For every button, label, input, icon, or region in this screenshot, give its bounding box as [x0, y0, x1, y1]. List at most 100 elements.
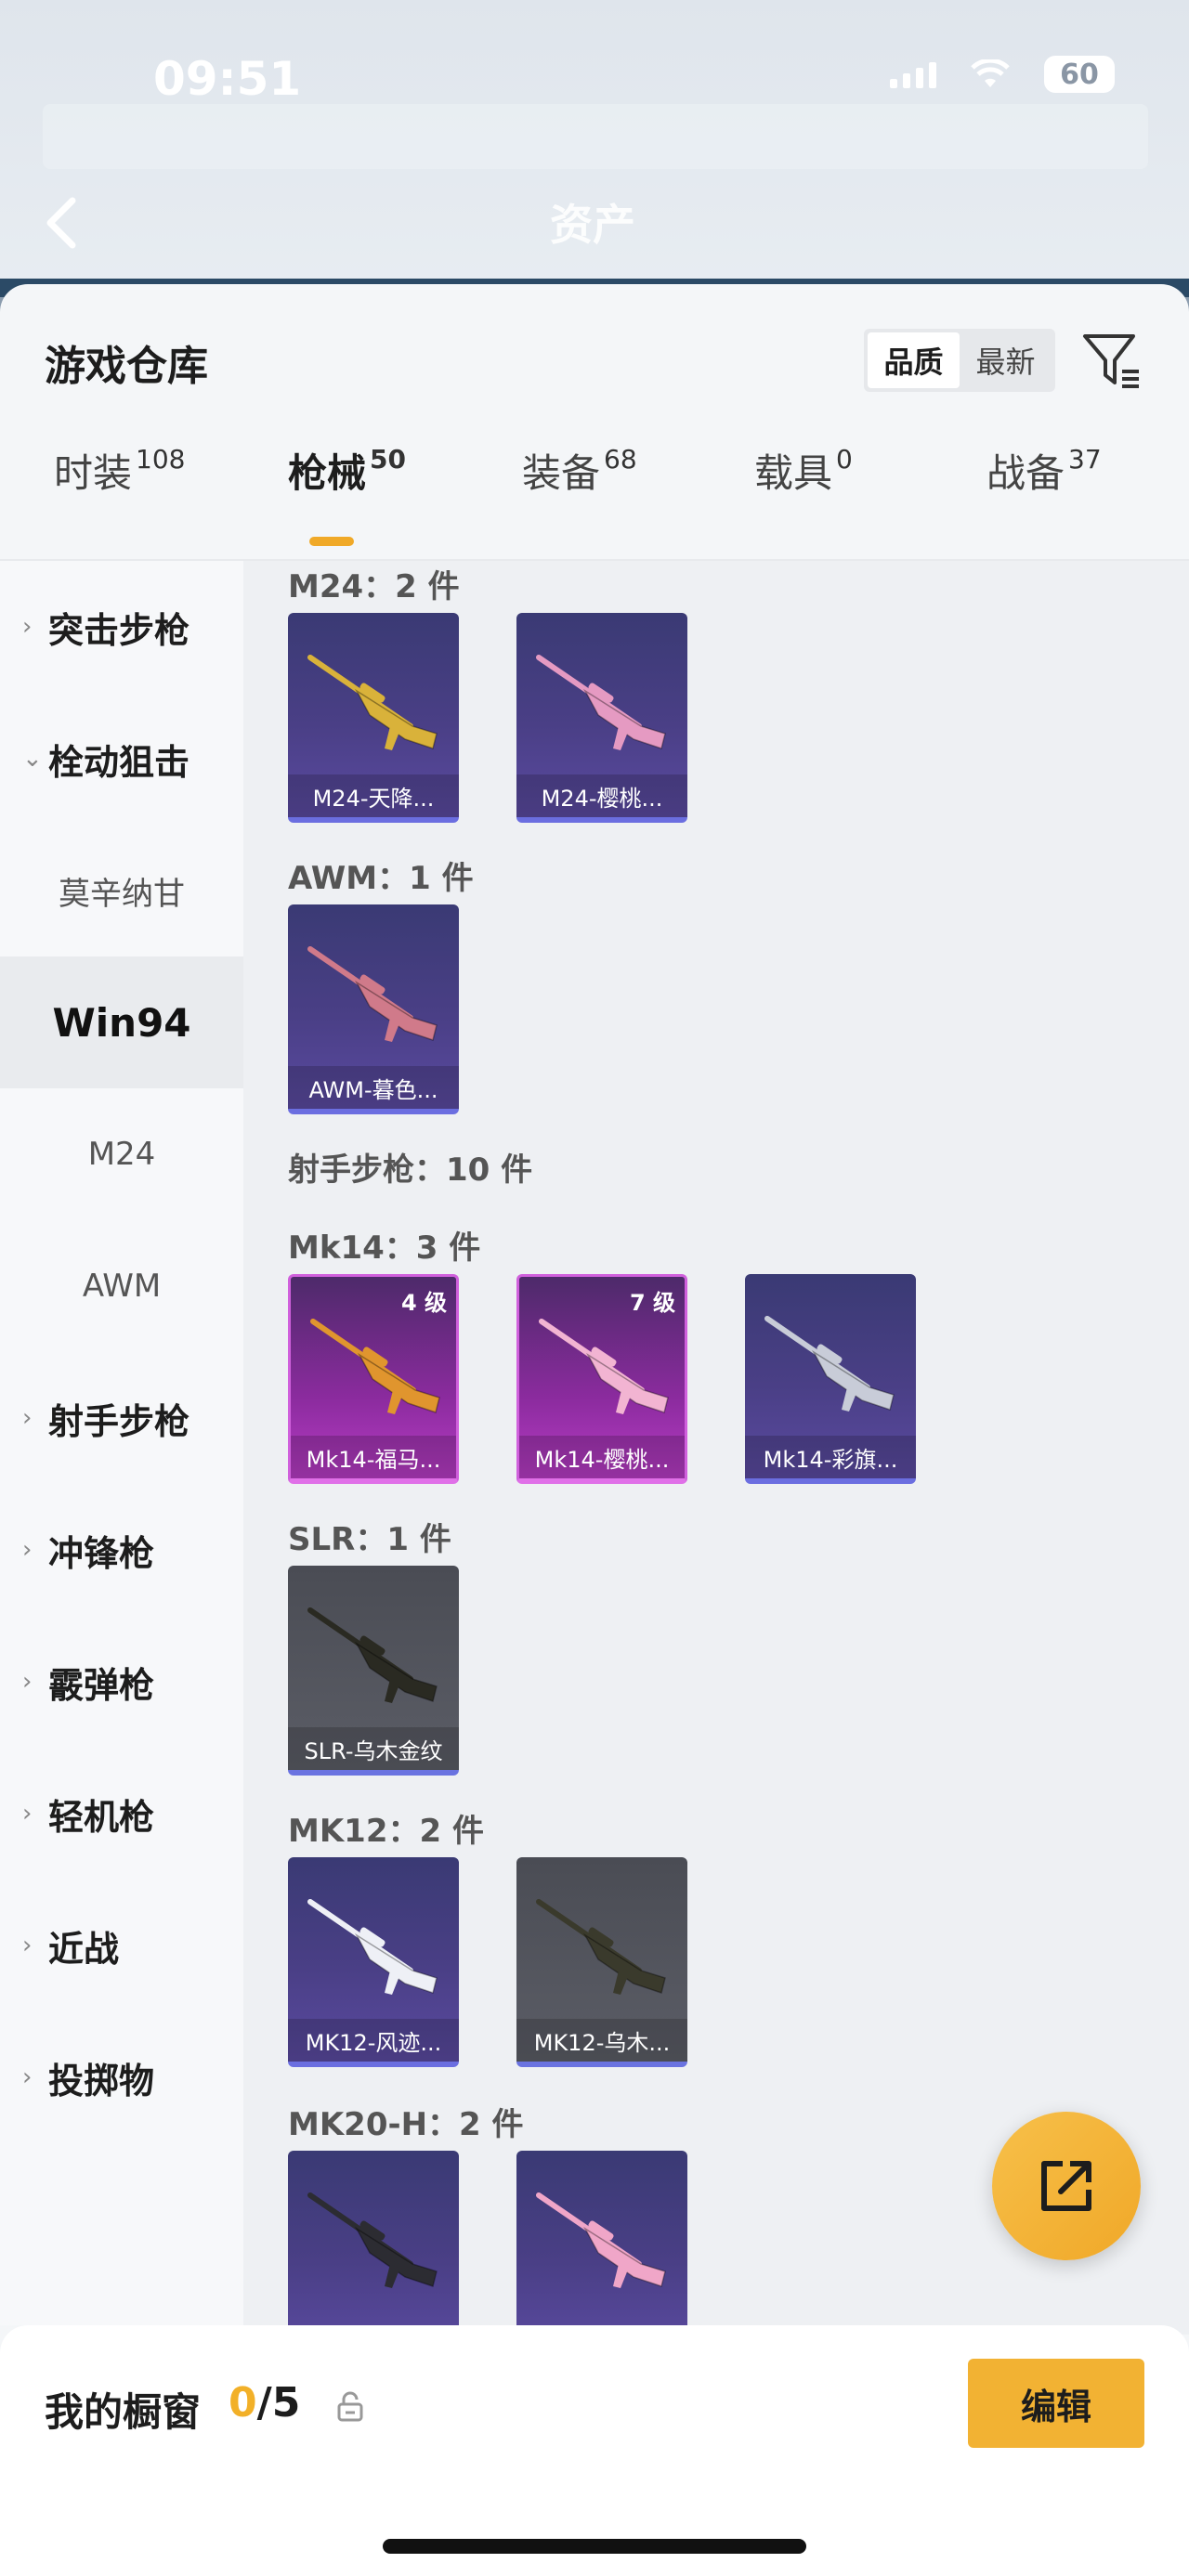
weapon-card[interactable]: SLR-乌木金纹: [288, 1566, 459, 1776]
share-icon: [1041, 2161, 1091, 2211]
weapon-level-badge: 4 级: [400, 1290, 447, 1316]
tab-equipment[interactable]: 装备 68: [522, 442, 637, 499]
weapon-image: [764, 1316, 895, 1412]
sort-newest-button[interactable]: 最新: [960, 332, 1052, 388]
group-header-awm: AWM：1 件: [288, 860, 474, 897]
sidebar-item-melee[interactable]: › 近战: [0, 1880, 243, 2011]
chevron-right-icon: ›: [22, 2063, 33, 2091]
weapon-image: [536, 655, 666, 750]
weapon-name: M24-樱桃...: [516, 774, 687, 817]
sidebar-item-throwables[interactable]: › 投掷物: [0, 2011, 243, 2143]
sidebar-item-label: 栓动狙击: [48, 741, 190, 783]
tab-label: 战备: [986, 450, 1065, 496]
sidebar-item-lmg[interactable]: › 轻机枪: [0, 1748, 243, 1880]
chevron-right-icon: ›: [22, 1800, 33, 1828]
tab-firearms[interactable]: 枪械 50: [288, 442, 406, 499]
sidebar-item-label: 突击步枪: [48, 609, 190, 651]
weapon-name: MK12-乌木...: [516, 2019, 687, 2062]
sidebar-sub-mosin[interactable]: 莫辛纳甘: [0, 825, 243, 956]
status-icons: 60: [890, 56, 1115, 93]
weapon-card[interactable]: [516, 2151, 687, 2335]
sidebar-item-label: 射手步枪: [48, 1400, 190, 1442]
group-header-mk12: MK12：2 件: [288, 1813, 484, 1850]
weapon-image: [307, 655, 438, 750]
weapon-name: Mk14-福马...: [291, 1436, 456, 1478]
filter-icon[interactable]: [1081, 331, 1141, 392]
share-button[interactable]: [992, 2112, 1141, 2260]
weapon-card[interactable]: 7 级 Mk14-樱桃...: [516, 1274, 687, 1484]
tab-label: 时装: [54, 450, 133, 496]
sort-quality-button[interactable]: 品质: [868, 332, 960, 388]
home-indicator: [383, 2539, 806, 2554]
weapon-image: [307, 946, 438, 1042]
tab-count: 68: [604, 444, 637, 475]
showcase-current: 0: [229, 2379, 257, 2426]
weapon-image: [539, 1319, 669, 1414]
weapon-card[interactable]: 4 级 Mk14-福马...: [288, 1274, 459, 1484]
sidebar-item-shotgun[interactable]: › 霰弹枪: [0, 1616, 243, 1748]
chevron-down-icon: ⌄: [22, 745, 43, 773]
group-header-m24: M24：2 件: [288, 568, 460, 605]
background-card: [43, 104, 1148, 169]
group-header-mk20h: MK20-H：2 件: [288, 2106, 524, 2143]
weapon-name: Mk14-樱桃...: [519, 1436, 685, 1478]
active-tab-indicator: [309, 537, 354, 546]
weapon-image: [307, 2192, 438, 2288]
sort-toggle: 品质 最新: [864, 329, 1055, 392]
weapon-image: [307, 1899, 438, 1995]
weapon-card[interactable]: AWM-暮色...: [288, 904, 459, 1114]
weapon-card[interactable]: MK12-乌木...: [516, 1857, 687, 2067]
weapon-name: AWM-暮色...: [288, 1066, 459, 1109]
showcase-bar: 我的橱窗 0/5 编辑: [0, 2325, 1189, 2576]
back-arrow-icon[interactable]: [41, 195, 82, 251]
sidebar-item-smg[interactable]: › 冲锋枪: [0, 1484, 243, 1616]
sidebar-item-label: 霰弹枪: [48, 1664, 155, 1706]
weapon-card[interactable]: M24-樱桃...: [516, 613, 687, 823]
tab-tactical[interactable]: 战备 37: [986, 442, 1102, 499]
weapon-card[interactable]: M24-天降...: [288, 613, 459, 823]
sidebar-item-label: 近战: [48, 1928, 120, 1970]
category-tabs: 时装 108 枪械 50 装备 68 载具 0 战备 37: [0, 442, 1189, 544]
tab-fashion[interactable]: 时装 108: [54, 442, 185, 499]
tab-count: 50: [370, 444, 406, 475]
status-time: 09:51: [153, 52, 302, 106]
weapon-card[interactable]: Mk14-彩旗...: [745, 1274, 916, 1484]
sidebar-item-bolt-sniper[interactable]: ⌄ 栓动狙击: [0, 693, 243, 825]
weapon-image: [310, 1319, 440, 1414]
weapon-image: [307, 1607, 438, 1703]
weapon-image: [536, 1899, 666, 1995]
lock-icon: [336, 2390, 364, 2422]
battery-indicator: 60: [1044, 56, 1115, 93]
weapon-name: MK12-风迹...: [288, 2019, 459, 2062]
weapon-card[interactable]: [288, 2151, 459, 2335]
tab-label: 载具: [754, 450, 833, 496]
chevron-right-icon: ›: [22, 1932, 33, 1959]
edit-button[interactable]: 编辑: [968, 2359, 1144, 2448]
weapon-name: SLR-乌木金纹: [288, 1727, 459, 1770]
sidebar-item-label: 冲锋枪: [48, 1532, 155, 1574]
sidebar-item-dmr[interactable]: › 射手步枪: [0, 1352, 243, 1484]
showcase-count: 0/5: [229, 2379, 300, 2426]
sheet-title: 游戏仓库: [45, 343, 208, 390]
sidebar-sub-win94[interactable]: Win94: [0, 956, 243, 1088]
group-header-mk14: Mk14：3 件: [288, 1229, 481, 1267]
group-header-dmr: 射手步枪：10 件: [288, 1151, 533, 1189]
wifi-icon: [970, 58, 1011, 89]
sidebar-item-assault-rifle[interactable]: › 突击步枪: [0, 561, 243, 693]
background-page-title: 资产: [550, 200, 635, 250]
tab-vehicles[interactable]: 载具 0: [754, 442, 853, 499]
tab-label: 枪械: [288, 450, 367, 496]
weapon-card[interactable]: MK12-风迹...: [288, 1857, 459, 2067]
showcase-title: 我的橱窗: [45, 2389, 202, 2435]
chevron-right-icon: ›: [22, 1668, 33, 1696]
tab-count: 37: [1068, 444, 1102, 475]
signal-icon: [890, 60, 936, 88]
sidebar-sub-m24[interactable]: M24: [0, 1088, 243, 1220]
tab-count: 0: [836, 444, 853, 475]
weapon-name: Mk14-彩旗...: [745, 1436, 916, 1478]
tab-count: 108: [136, 444, 186, 475]
sidebar-sub-awm[interactable]: AWM: [0, 1220, 243, 1352]
group-header-slr: SLR：1 件: [288, 1521, 451, 1558]
weapon-category-sidebar: › 突击步枪 ⌄ 栓动狙击 莫辛纳甘 Win94 M24 AWM › 射手步枪 …: [0, 561, 243, 2325]
weapon-name: M24-天降...: [288, 774, 459, 817]
